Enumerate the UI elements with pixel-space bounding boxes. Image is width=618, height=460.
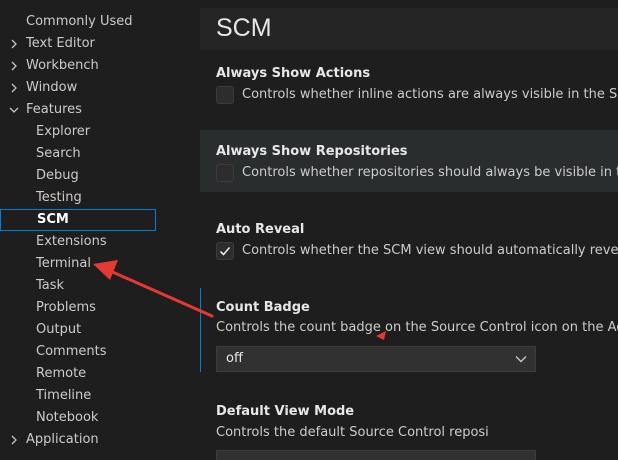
- tree-item-extensions[interactable]: Extensions: [0, 231, 156, 253]
- checkmark-icon: [219, 246, 231, 256]
- tree-item-label: Terminal: [36, 256, 91, 271]
- tree-item-label: SCM: [37, 212, 69, 227]
- setting-always-show-actions: Always Show Actions Controls whether inl…: [200, 56, 618, 112]
- tree-item-commonly-used[interactable]: Commonly Used: [0, 11, 156, 33]
- setting-default-view-mode: Default View Mode Controls the default S…: [200, 392, 618, 460]
- setting-auto-reveal: Auto Reveal Controls whether the SCM vie…: [200, 210, 618, 270]
- settings-editor: SCM Always Show Actions Controls whether…: [200, 0, 618, 460]
- tree-item-label: Window: [26, 80, 78, 95]
- chevron-right-icon: [8, 429, 20, 451]
- setting-title: Default View Mode: [216, 404, 355, 419]
- setting-always-show-repositories: Always Show Repositories Controls whethe…: [200, 130, 618, 192]
- setting-title: Count Badge: [216, 300, 310, 315]
- tree-item-application[interactable]: Application: [0, 429, 156, 451]
- tree-item-search[interactable]: Search: [0, 143, 156, 165]
- tree-item-label: Commonly Used: [26, 14, 133, 29]
- tree-item-explorer[interactable]: Explorer: [0, 121, 156, 143]
- chevron-right-icon: [8, 33, 20, 55]
- setting-description: Controls whether inline actions are alwa…: [242, 87, 618, 102]
- tree-item-label: Debug: [36, 168, 79, 183]
- tree-item-remote[interactable]: Remote: [0, 363, 156, 385]
- tree-item-label: Timeline: [36, 388, 92, 403]
- section-header: SCM: [200, 8, 618, 50]
- chevron-down-icon: [515, 356, 527, 363]
- tree-item-text-editor[interactable]: Text Editor: [0, 33, 156, 55]
- always-show-actions-checkbox[interactable]: [216, 86, 234, 104]
- tree-item-scm[interactable]: SCM: [0, 209, 156, 231]
- tree-item-window[interactable]: Window: [0, 77, 156, 99]
- tree-item-label: Output: [36, 322, 82, 337]
- tree-item-task[interactable]: Task: [0, 275, 156, 297]
- tree-item-testing[interactable]: Testing: [0, 187, 156, 209]
- tree-item-label: Comments: [36, 344, 107, 359]
- tree-item-label: Explorer: [36, 124, 91, 139]
- setting-description: Controls the count badge on the Source C…: [216, 320, 618, 335]
- setting-title: Auto Reveal: [216, 222, 305, 237]
- tree-item-label: Remote: [36, 366, 87, 381]
- tree-item-workbench[interactable]: Workbench: [0, 55, 156, 77]
- setting-count-badge: Count Badge Controls the count badge on …: [200, 288, 618, 372]
- tree-item-output[interactable]: Output: [0, 319, 156, 341]
- tree-item-notebook[interactable]: Notebook: [0, 407, 156, 429]
- tree-item-debug[interactable]: Debug: [0, 165, 156, 187]
- tree-item-label: Testing: [36, 190, 82, 205]
- settings-tree: Commonly Used Text Editor Workbench Wind…: [0, 0, 200, 460]
- setting-description: Controls whether repositories should alw…: [242, 165, 618, 180]
- tree-item-problems[interactable]: Problems: [0, 297, 156, 319]
- always-show-repositories-checkbox[interactable]: [216, 164, 234, 182]
- chevron-right-icon: [8, 55, 20, 77]
- default-view-mode-dropdown[interactable]: [216, 450, 536, 460]
- setting-title: Always Show Actions: [216, 66, 371, 81]
- tree-item-label: Task: [36, 278, 65, 293]
- count-badge-dropdown[interactable]: off: [216, 346, 536, 372]
- setting-description: Controls whether the SCM view should aut…: [242, 243, 618, 258]
- tree-item-label: Application: [26, 432, 99, 447]
- setting-description: Controls the default Source Control repo…: [216, 425, 489, 440]
- tree-item-label: Problems: [36, 300, 96, 315]
- dropdown-value: off: [226, 351, 243, 366]
- tree-item-features[interactable]: Features: [0, 99, 156, 121]
- auto-reveal-checkbox[interactable]: [216, 242, 234, 260]
- chevron-down-icon: [8, 99, 20, 121]
- setting-title: Always Show Repositories: [216, 144, 408, 159]
- tree-item-label: Notebook: [36, 410, 99, 425]
- chevron-right-icon: [8, 77, 20, 99]
- section-title: SCM: [216, 14, 272, 42]
- tree-item-timeline[interactable]: Timeline: [0, 385, 156, 407]
- tree-item-comments[interactable]: Comments: [0, 341, 156, 363]
- tree-item-label: Text Editor: [26, 36, 95, 51]
- tree-item-label: Workbench: [26, 58, 99, 73]
- tree-item-label: Features: [26, 102, 82, 117]
- tree-item-label: Extensions: [36, 234, 107, 249]
- tree-item-label: Search: [36, 146, 81, 161]
- tree-item-terminal[interactable]: Terminal: [0, 253, 156, 275]
